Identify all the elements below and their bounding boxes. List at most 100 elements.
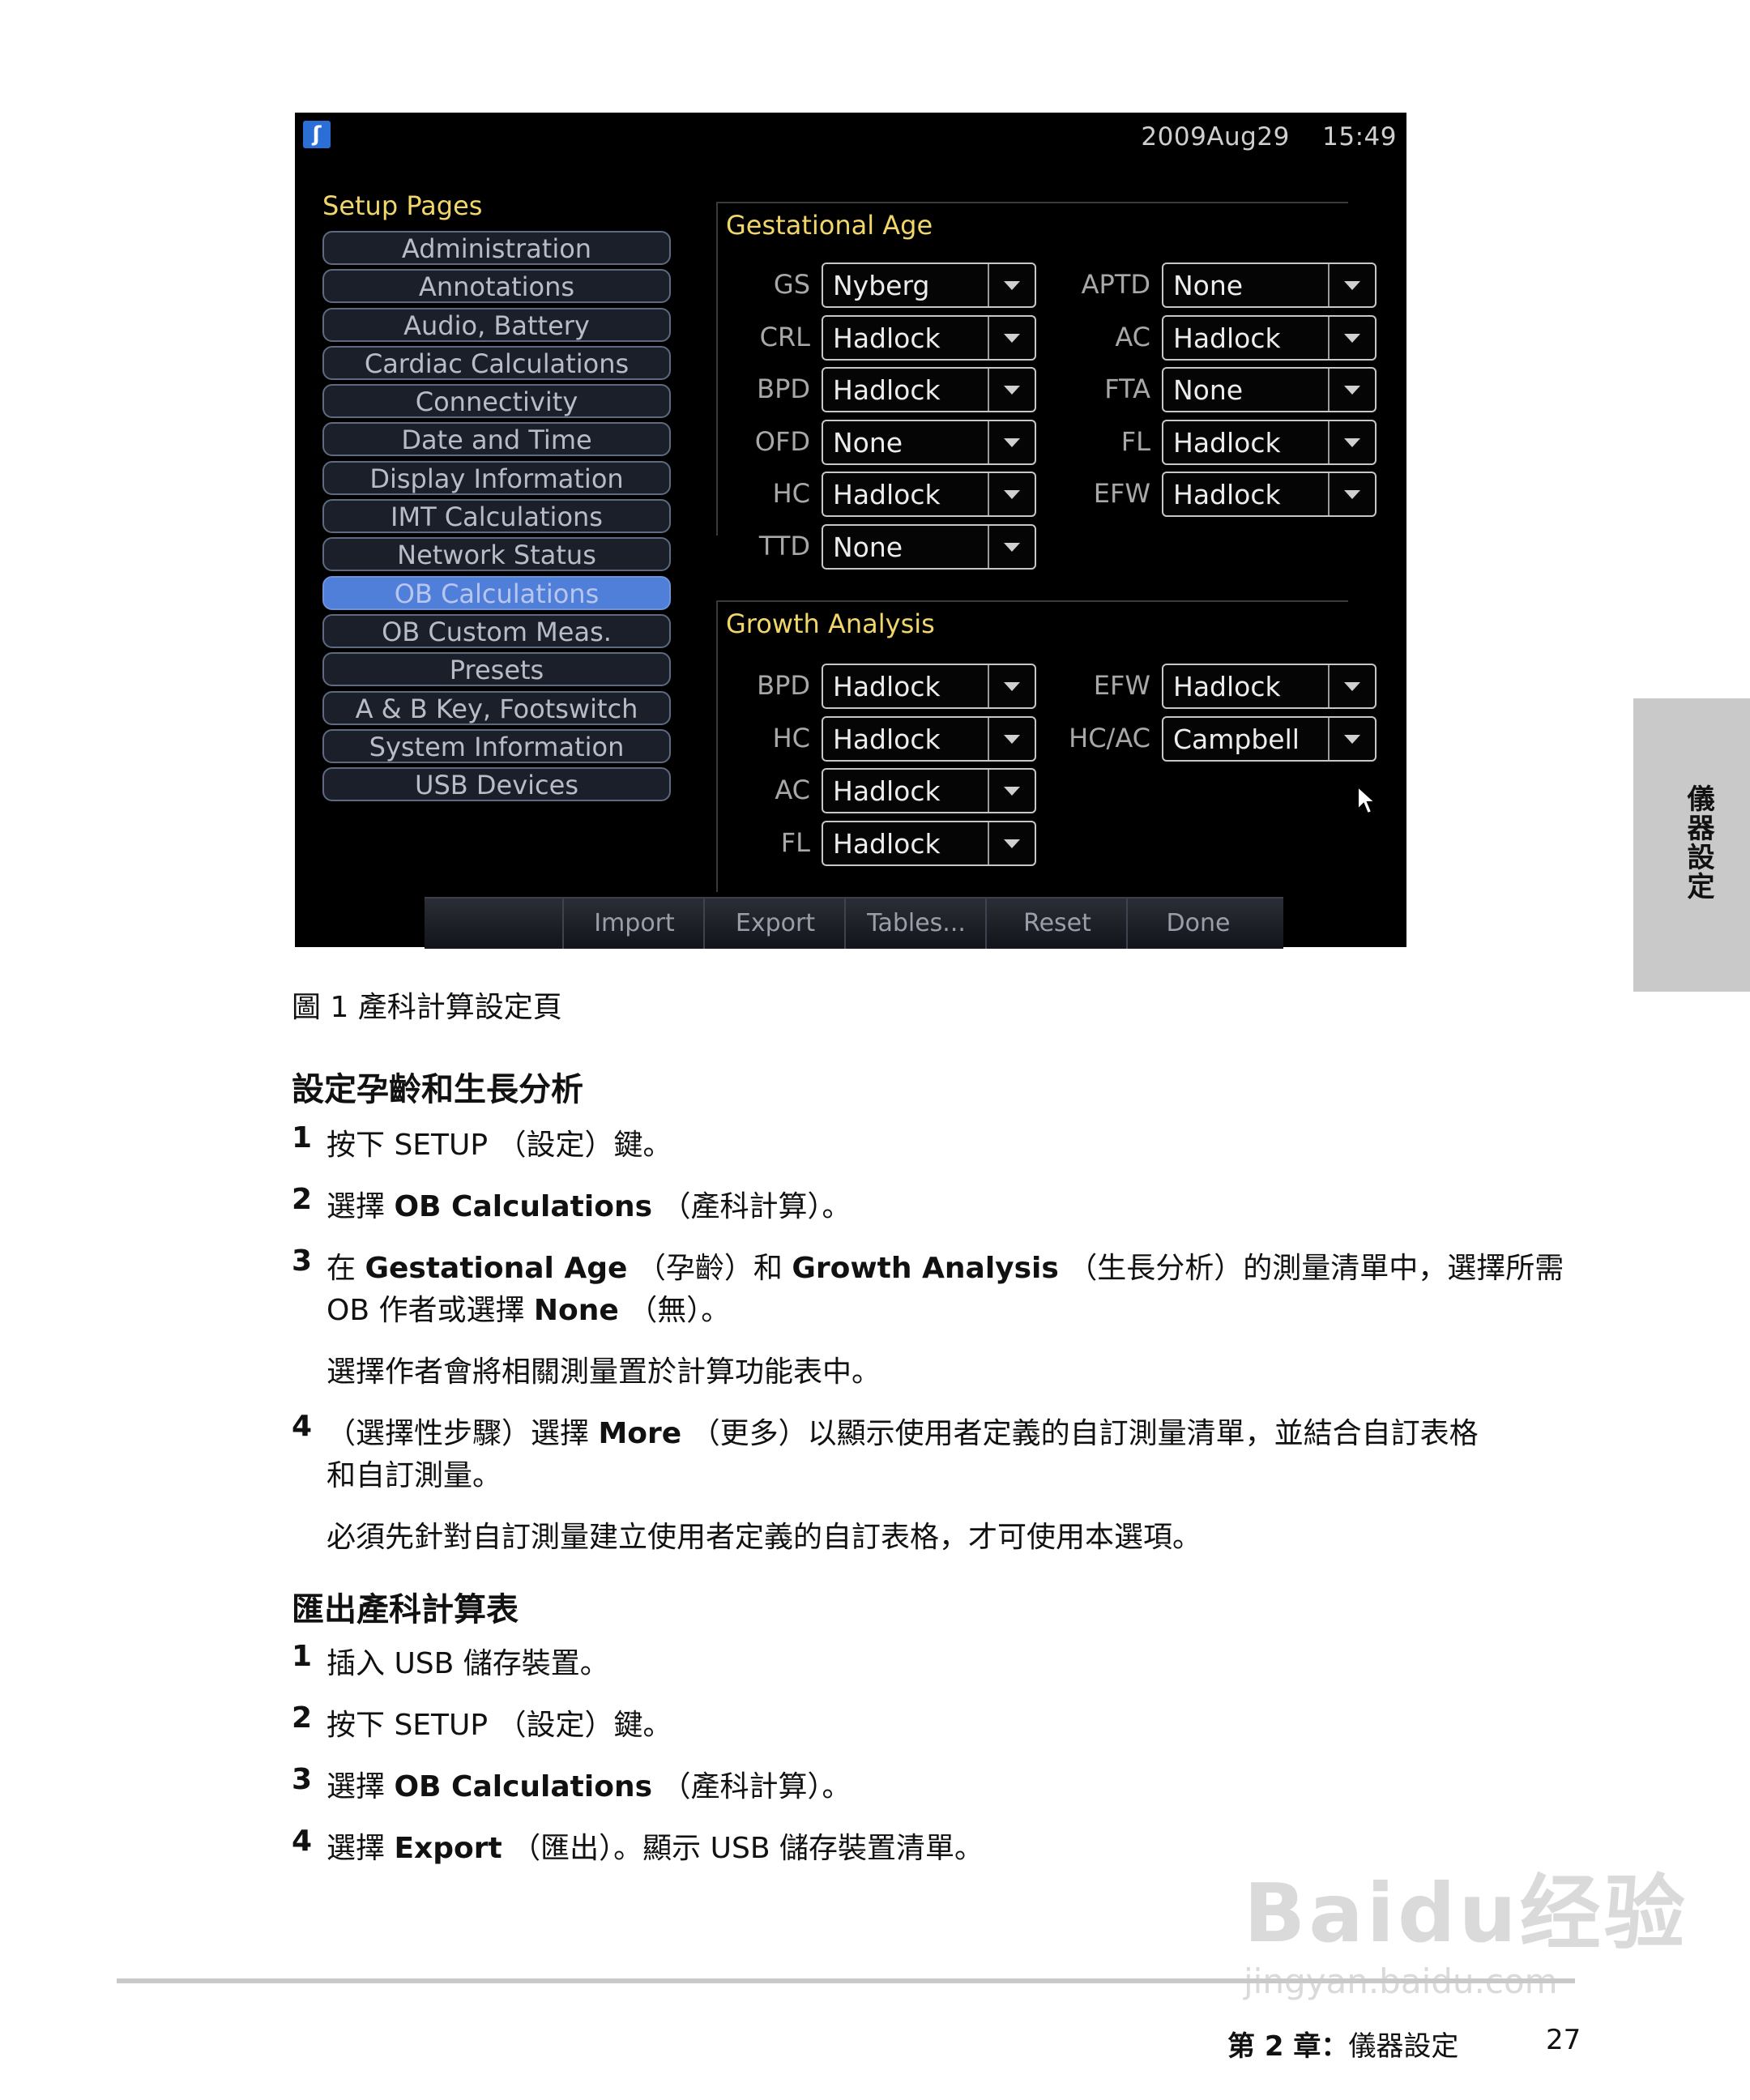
section-divider	[716, 600, 718, 892]
author-select[interactable]: None	[1162, 367, 1377, 412]
nav-item-cardiac-calculations[interactable]: Cardiac Calculations	[322, 345, 671, 380]
growth-analysis-title: Growth Analysis	[726, 608, 935, 639]
setup-pages-nav: Administration Annotations Audio, Battery C…	[322, 231, 671, 805]
select-value: Hadlock	[833, 322, 941, 354]
author-select[interactable]: Campbell	[1162, 715, 1377, 762]
footer-chapter: 第 2 章：儀器設定	[1227, 2030, 1459, 2063]
section-divider	[716, 202, 1348, 203]
nav-item-ob-calculations[interactable]: OB Calculations	[322, 575, 671, 610]
step-text: 選擇作者會將相關測量置於計算功能表中。	[327, 1355, 881, 1389]
section-divider	[716, 600, 1348, 602]
chevron-down-icon[interactable]	[988, 316, 1035, 359]
chevron-down-icon[interactable]	[1328, 316, 1375, 359]
section-heading-export: 匯出產科計算表	[292, 1591, 519, 1628]
chevron-down-icon[interactable]	[988, 473, 1035, 515]
tables-button[interactable]: Tables...	[844, 898, 987, 949]
nav-item-audio-battery[interactable]: Audio, Battery	[322, 307, 671, 342]
select-value: Hadlock	[1173, 479, 1281, 510]
author-select[interactable]: Nyberg	[822, 262, 1036, 308]
select-value: Hadlock	[833, 374, 941, 406]
chevron-down-icon[interactable]	[988, 369, 1035, 411]
select-value: None	[833, 426, 903, 459]
chevron-down-icon[interactable]	[988, 264, 1035, 306]
step-text: 選擇 OB Calculations （產科計算）。	[327, 1190, 852, 1223]
nav-item-annotations[interactable]: Annotations	[322, 269, 671, 304]
step-text: 在 Gestational Age （孕齡）和 Growth Analysis …	[327, 1252, 1564, 1285]
nav-item-connectivity[interactable]: Connectivity	[322, 384, 671, 419]
field-label: CRL	[759, 321, 810, 352]
done-button[interactable]: Done	[1126, 898, 1269, 949]
field-label: FTA	[1104, 373, 1150, 404]
chevron-down-icon[interactable]	[988, 770, 1035, 812]
time-text: 15:49	[1322, 122, 1397, 152]
field-label: FL	[780, 826, 810, 858]
author-select[interactable]: Hadlock	[822, 367, 1036, 412]
export-button[interactable]: Export	[703, 898, 846, 949]
author-select[interactable]: Hadlock	[1162, 472, 1377, 517]
chevron-down-icon[interactable]	[1328, 473, 1375, 515]
chevron-down-icon[interactable]	[1328, 665, 1375, 707]
select-value: Hadlock	[1173, 322, 1281, 354]
author-select[interactable]: Hadlock	[822, 768, 1036, 813]
nav-item-imt-calculations[interactable]: IMT Calculations	[322, 499, 671, 534]
chevron-down-icon[interactable]	[988, 665, 1035, 707]
chevron-down-icon[interactable]	[1328, 420, 1375, 463]
nav-item-ob-custom-meas[interactable]: OB Custom Meas.	[322, 613, 671, 648]
step-text: 按下 SETUP （設定）鍵。	[327, 1709, 672, 1742]
select-value: Hadlock	[1173, 671, 1281, 702]
step-number: 3	[292, 1244, 313, 1278]
section-divider	[716, 202, 718, 536]
footer-rule	[117, 1978, 1575, 1983]
nav-item-display-information[interactable]: Display Information	[322, 460, 671, 495]
gestational-age-title: Gestational Age	[726, 210, 933, 241]
author-select[interactable]: Hadlock	[822, 715, 1036, 762]
chevron-down-icon[interactable]	[988, 525, 1035, 568]
page-number: 27	[1546, 2024, 1581, 2056]
nav-item-presets[interactable]: Presets	[322, 652, 671, 687]
field-label: FL	[1120, 425, 1150, 457]
author-select[interactable]: Hadlock	[822, 472, 1036, 517]
author-select[interactable]: Hadlock	[1162, 664, 1377, 709]
chevron-down-icon[interactable]	[1328, 369, 1375, 411]
author-select[interactable]: Hadlock	[822, 664, 1036, 709]
step-number: 2	[292, 1183, 313, 1216]
field-label: HC/AC	[1069, 722, 1150, 753]
chevron-down-icon[interactable]	[988, 822, 1035, 864]
author-select[interactable]: Hadlock	[1162, 314, 1377, 361]
field-label: BPD	[757, 670, 810, 701]
field-label: EFW	[1093, 670, 1150, 701]
chevron-down-icon[interactable]	[988, 420, 1035, 463]
author-select[interactable]: None	[822, 523, 1036, 570]
import-button[interactable]: Import	[562, 898, 705, 949]
nav-item-date-and-time[interactable]: Date and Time	[322, 422, 671, 457]
reset-button[interactable]: Reset	[985, 898, 1128, 949]
author-select[interactable]: None	[822, 419, 1036, 465]
author-select[interactable]: Hadlock	[1162, 419, 1377, 465]
step-number: 2	[292, 1701, 313, 1735]
nav-item-usb-devices[interactable]: USB Devices	[322, 767, 671, 802]
select-value: Hadlock	[833, 827, 941, 860]
nav-item-network-status[interactable]: Network Status	[322, 537, 671, 572]
figure-caption: 圖 1 產科計算設定頁	[292, 991, 562, 1024]
step-text: 必須先針對自訂測量建立使用者定義的自訂表格，才可使用本選項。	[327, 1521, 1202, 1554]
step-text: 按下 SETUP （設定）鍵。	[327, 1129, 672, 1162]
chevron-down-icon[interactable]	[988, 717, 1035, 760]
field-label: AC	[775, 775, 810, 805]
author-select[interactable]: Hadlock	[822, 820, 1036, 866]
chevron-down-icon[interactable]	[1328, 717, 1375, 760]
select-value: None	[833, 531, 903, 563]
chevron-down-icon[interactable]	[1328, 264, 1375, 306]
select-value: Campbell	[1173, 723, 1300, 755]
author-select[interactable]: Hadlock	[822, 314, 1036, 361]
nav-item-system-information[interactable]: System Information	[322, 728, 671, 763]
nav-item-a-b-key-footswitch[interactable]: A & B Key, Footswitch	[322, 690, 671, 725]
nav-item-administration[interactable]: Administration	[322, 231, 671, 265]
field-label: HC	[772, 478, 810, 509]
app-logo-icon: ʃ	[303, 121, 331, 148]
field-label: HC	[772, 722, 810, 753]
author-select[interactable]: None	[1162, 262, 1377, 308]
field-label: AC	[1115, 321, 1150, 352]
step-text: 和自訂測量。	[327, 1459, 502, 1492]
step-text: （選擇性步驟）選擇 More （更多）以顯示使用者定義的自訂測量清單，並結合自訂…	[327, 1417, 1479, 1450]
setup-pages-title: Setup Pages	[322, 190, 483, 221]
